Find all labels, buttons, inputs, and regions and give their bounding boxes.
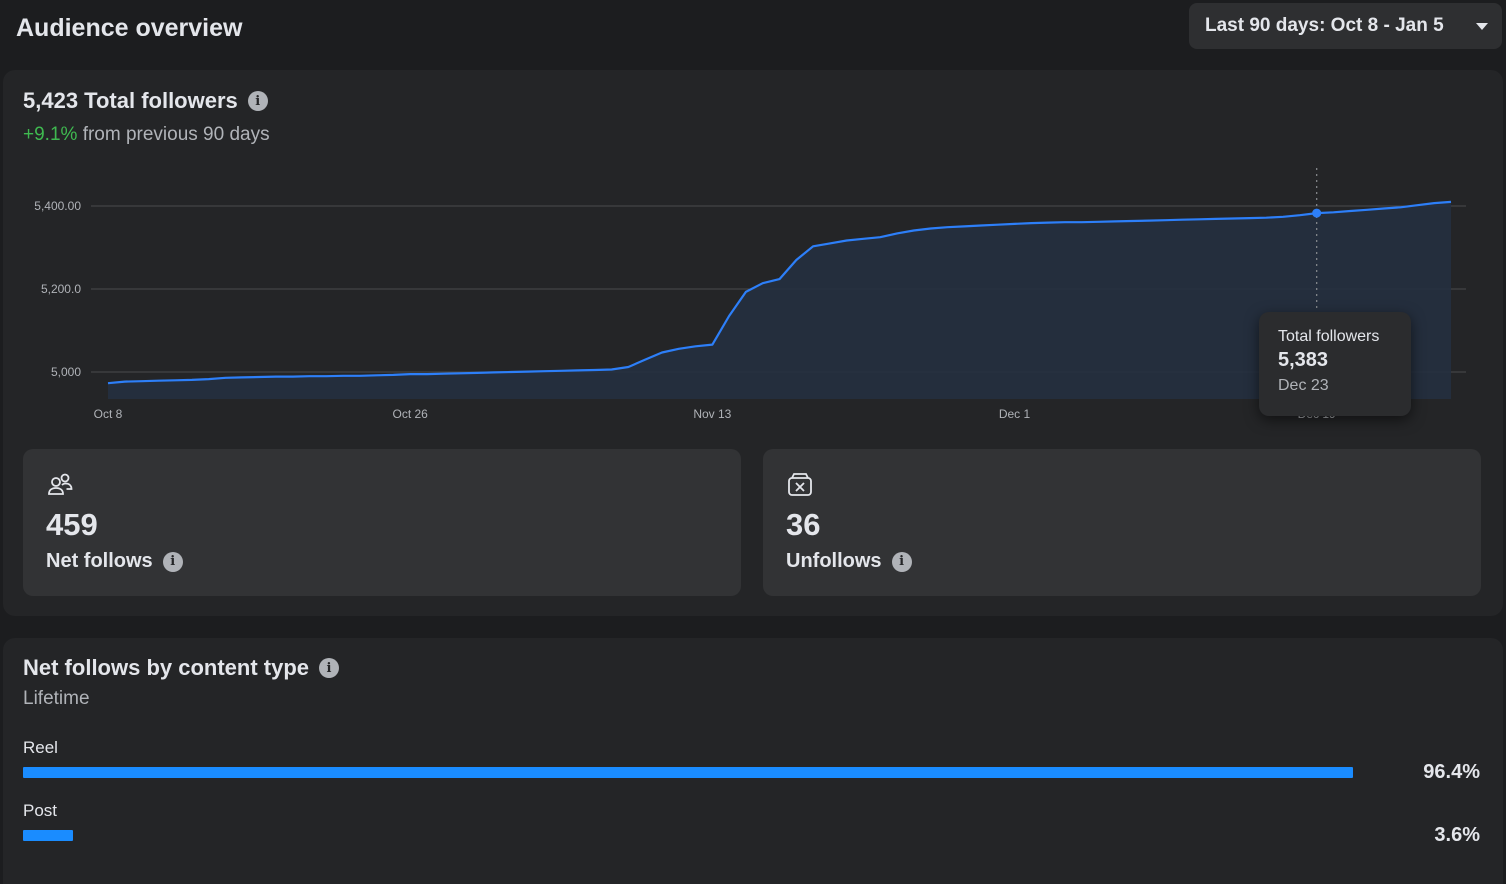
tooltip-value: 5,383 [1278,349,1329,371]
content-type-subtitle: Lifetime [23,688,90,709]
date-range-dropdown[interactable]: Last 90 days: Oct 8 - Jan 5 [1189,3,1502,49]
people-icon [48,473,73,495]
post-pct: 3.6% [1434,824,1480,846]
content-type-heading: Net follows by content type i [23,655,340,681]
page-header: Audience overview Last 90 days: Oct 8 - … [0,0,1506,64]
y-tick-label: 5,000 [51,365,81,379]
tooltip-label: Total followers [1278,328,1380,345]
caret-down-icon [1476,23,1488,30]
date-range-label: Last 90 days: Oct 8 - Jan 5 [1205,15,1444,36]
y-tick-label: 5,200.0 [41,282,81,296]
x-tick-label: Dec 1 [999,407,1031,421]
tooltip-date: Dec 23 [1278,377,1329,394]
unfollows-label: Unfollows [786,550,882,572]
content-type-row-reel: Reel 96.4% [23,738,1483,788]
unfollows-label-row: Unfollows i [786,550,912,573]
net-follows-label: Net follows [46,550,153,572]
net-follows-label-row: Net follows i [46,550,183,573]
post-bar [23,830,73,841]
x-tick-label: Oct 26 [392,407,428,421]
content-type-title: Net follows by content type [23,655,310,680]
reel-bar-track [23,767,1403,778]
net-follows-card: 459 Net follows i [23,449,741,596]
hover-point [1312,208,1322,218]
x-tick-label: Oct 8 [94,407,123,421]
unfollows-value: 36 [786,507,821,542]
x-tick-label: Nov 13 [693,407,731,421]
net-follows-value: 459 [46,507,98,542]
post-label: Post [23,801,58,820]
info-icon[interactable]: i [891,551,912,572]
unfollows-card: 36 Unfollows i [763,449,1481,596]
post-bar-track [23,830,1403,841]
info-icon[interactable]: i [162,551,183,572]
page-title: Audience overview [16,14,243,42]
reel-bar [23,767,1354,778]
chart-area [108,201,1451,399]
info-icon[interactable]: i [319,658,340,678]
content-type-row-post: Post 3.6% [23,801,1483,851]
unfollow-box-icon [788,473,812,496]
chart-tooltip: Total followers 5,383 Dec 23 [1259,312,1411,416]
content-type-panel: Net follows by content type i Lifetime R… [3,638,1503,884]
y-tick-label: 5,400.00 [34,199,81,213]
reel-pct: 96.4% [1423,761,1480,783]
followers-panel: 5,423 Total followers i +9.1% from previ… [3,70,1503,616]
reel-label: Reel [23,738,58,757]
